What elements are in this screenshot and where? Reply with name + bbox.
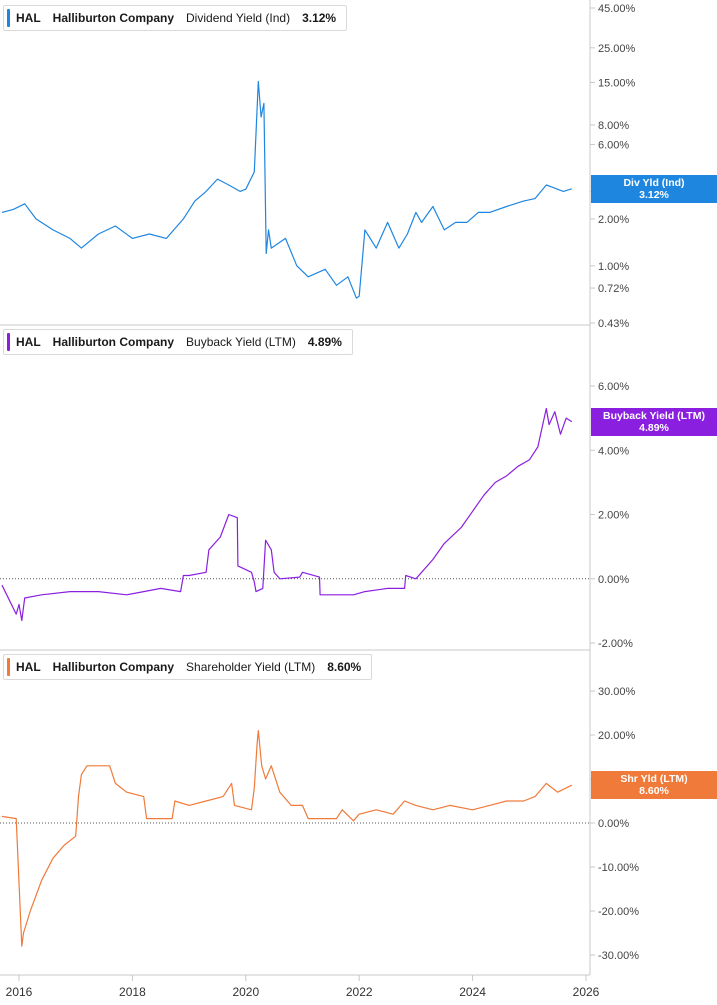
legend-company: Halliburton Company <box>52 660 175 674</box>
legend-shareholder: HAL Halliburton Company Shareholder Yiel… <box>3 654 373 680</box>
legend-ticker: HAL <box>16 11 41 25</box>
legend-ticker: HAL <box>16 335 41 349</box>
y-tick-label: 0.00% <box>598 818 629 830</box>
tag-buyback: Buyback Yield (LTM) 4.89% <box>591 408 717 436</box>
y-tick-label: 8.00% <box>598 120 629 132</box>
x-tick-label: 2024 <box>459 985 486 999</box>
chart-canvas: 0.43%0.72%1.00%2.00%3.00%6.00%8.00%15.00… <box>0 0 639 999</box>
series-line <box>1 80 572 299</box>
legend-swatch-dividend <box>7 9 10 27</box>
y-tick-label: -2.00% <box>598 638 633 650</box>
y-tick-label: 0.43% <box>598 318 629 330</box>
y-tick-label: 45.00% <box>598 3 636 15</box>
x-tick-label: 2022 <box>346 985 373 999</box>
legend-metric: Buyback Yield (LTM) <box>186 335 296 349</box>
y-tick-label: 6.00% <box>598 139 629 151</box>
legend-dividend: HAL Halliburton Company Dividend Yield (… <box>3 5 348 31</box>
y-tick-label: 6.00% <box>598 381 629 393</box>
y-tick-label: 0.72% <box>598 283 629 295</box>
tag-dividend-value: 3.12% <box>639 189 669 201</box>
legend-swatch-shareholder <box>7 658 10 676</box>
series-line <box>1 729 573 947</box>
y-tick-label: 1.00% <box>598 261 629 273</box>
legend-value: 4.89% <box>307 335 342 349</box>
tag-dividend: Div Yld (Ind) 3.12% <box>591 175 717 203</box>
legend-metric: Shareholder Yield (LTM) <box>186 660 316 674</box>
series-line <box>1 407 573 622</box>
y-tick-label: 2.00% <box>598 214 629 226</box>
tag-shareholder-value: 8.60% <box>639 785 669 797</box>
legend-buyback: HAL Halliburton Company Buyback Yield (L… <box>3 329 353 355</box>
tag-shareholder-label: Shr Yld (LTM) <box>620 773 688 785</box>
legend-company: Halliburton Company <box>52 335 175 349</box>
tag-dividend-label: Div Yld (Ind) <box>623 177 685 189</box>
y-tick-label: 20.00% <box>598 730 636 742</box>
y-tick-label: 4.00% <box>598 445 629 457</box>
tag-buyback-label: Buyback Yield (LTM) <box>603 410 705 422</box>
tag-shareholder: Shr Yld (LTM) 8.60% <box>591 771 717 799</box>
legend-value: 8.60% <box>327 660 362 674</box>
legend-metric: Dividend Yield (Ind) <box>186 11 291 25</box>
x-tick-label: 2018 <box>119 985 146 999</box>
y-tick-label: -10.00% <box>598 862 639 874</box>
x-tick-label: 2020 <box>232 985 259 999</box>
x-tick-label: 2016 <box>6 985 33 999</box>
tag-buyback-value: 4.89% <box>639 422 669 434</box>
y-tick-label: 15.00% <box>598 77 636 89</box>
legend-company: Halliburton Company <box>52 11 175 25</box>
x-tick-label: 2026 <box>573 985 600 999</box>
y-tick-label: -30.00% <box>598 950 639 962</box>
y-tick-label: 0.00% <box>598 574 629 586</box>
y-tick-label: 25.00% <box>598 43 636 55</box>
legend-swatch-buyback <box>7 333 10 351</box>
legend-ticker: HAL <box>16 660 41 674</box>
y-tick-label: -20.00% <box>598 906 639 918</box>
legend-value: 3.12% <box>302 11 337 25</box>
y-tick-label: 30.00% <box>598 686 636 698</box>
y-tick-label: 2.00% <box>598 510 629 522</box>
